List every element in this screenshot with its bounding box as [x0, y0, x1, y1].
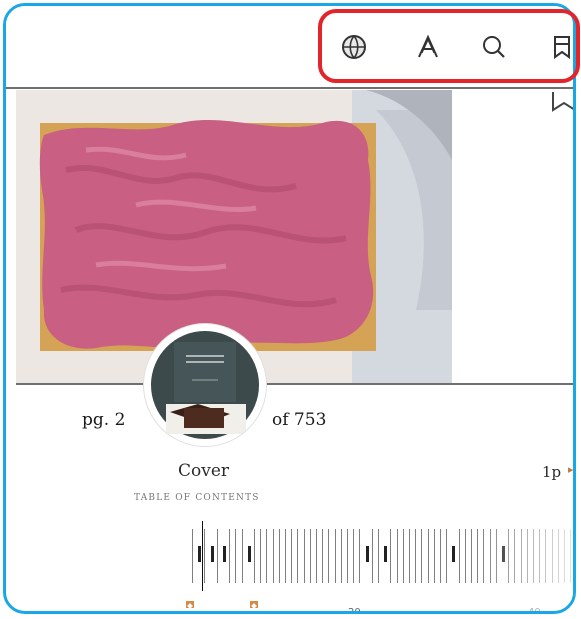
scrubber-tick — [328, 529, 330, 583]
scrubber-tick — [396, 529, 398, 583]
pages-left-label: 1p — [542, 463, 562, 481]
bookmark-marker[interactable] — [186, 601, 194, 608]
scrubber-tick — [353, 529, 355, 583]
toolbar-divider — [6, 87, 573, 89]
scrubber-tick — [359, 529, 361, 583]
scrubber-tick — [334, 529, 336, 583]
scrubber-tick — [278, 529, 280, 583]
scrubber-tick — [260, 529, 262, 583]
scrubber-tick — [316, 529, 317, 583]
page-total-label: of 753 — [272, 410, 327, 430]
scrubber-tick — [347, 529, 348, 583]
scrubber-tick — [216, 529, 218, 583]
scrubber-tick — [415, 529, 417, 583]
scrubber-tick — [198, 546, 202, 562]
scrubber-tick — [427, 529, 429, 583]
content-divider — [16, 383, 573, 385]
scrubber-tick — [433, 529, 435, 583]
scrubber-tick — [446, 529, 448, 583]
scrubber-tick — [254, 529, 255, 583]
scrubber-fade — [477, 521, 573, 611]
scrubber-tick — [285, 529, 286, 583]
toolbar-highlight — [318, 9, 580, 83]
page-number-label: pg. 2 — [82, 410, 126, 430]
scrubber-tick — [365, 546, 369, 562]
scrubber-tick — [210, 546, 214, 562]
scrubber-tick — [272, 529, 274, 583]
scrubber-tick — [192, 529, 193, 583]
chapter-title[interactable]: Cover — [178, 461, 229, 481]
scrubber-tick — [458, 529, 460, 583]
scrubber-tick — [452, 546, 456, 562]
table-of-contents-link[interactable]: TABLE OF CONTENTS — [134, 493, 260, 503]
scrubber-tick — [223, 546, 226, 562]
scrubber-tick — [340, 529, 342, 583]
scrubber-tick — [371, 529, 373, 583]
scrubber-tick — [409, 529, 410, 583]
scrubber-tick — [390, 529, 392, 583]
page-scrubber[interactable]: 20 40 — [176, 521, 573, 614]
reader-frame: pg. 2 of 753 Cover TABLE OF CONTENTS 1p … — [3, 3, 576, 614]
scrubber-tick — [241, 529, 243, 583]
scrubber-tick — [471, 529, 472, 583]
scrubber-tick — [309, 529, 311, 583]
scrubber-tick — [247, 546, 251, 562]
scrubber-tick — [229, 529, 231, 583]
scrubber-tick — [421, 529, 423, 583]
scrubber-tick — [322, 529, 324, 583]
scrubber-position-indicator[interactable] — [202, 521, 203, 591]
scrubber-tick — [464, 529, 466, 583]
scrubber-tick — [303, 529, 305, 583]
scrubber-tick — [440, 529, 441, 583]
scrubber-tick — [266, 529, 268, 583]
scrubber-tick — [297, 529, 299, 583]
page-bookmark-icon[interactable] — [550, 92, 573, 112]
scrubber-tick — [384, 546, 388, 562]
scrubber-label-20: 20 — [348, 607, 361, 614]
scrubber-tick — [204, 529, 206, 583]
scrubber-tick — [402, 529, 404, 583]
scrubber-tick — [378, 529, 379, 583]
bookmark-marker[interactable] — [250, 601, 258, 608]
cover-thumbnail[interactable] — [144, 324, 266, 446]
scrubber-tick — [291, 529, 293, 583]
chevron-right-icon[interactable]: ▸ — [568, 463, 573, 476]
scrubber-tick — [235, 529, 237, 583]
